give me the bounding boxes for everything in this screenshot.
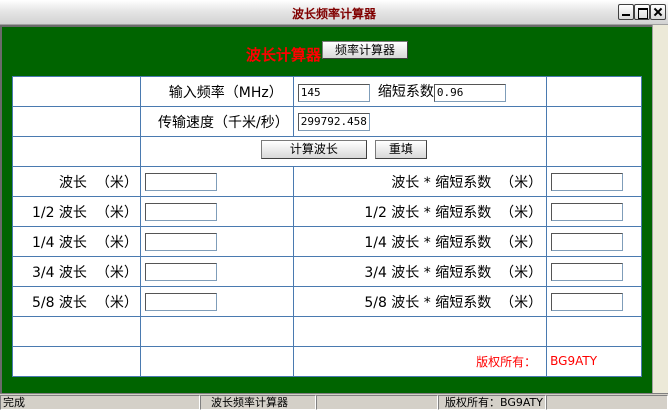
five-eighth-wavelength-label: 5/8 波长 （米）	[31, 294, 138, 311]
half-wavelength-output[interactable]	[144, 202, 217, 221]
result-row: 1/4 波长 （米） 1/4 波长 * 缩短系数 （米）	[12, 226, 642, 257]
copyright-label: 版权所有：	[476, 355, 537, 369]
shortened-five-eighth-wavelength-output[interactable]	[551, 292, 624, 311]
status-blank-2	[546, 395, 668, 410]
wavelength-output[interactable]	[144, 172, 217, 191]
three-quarter-wavelength-output[interactable]	[144, 262, 217, 281]
shorten-factor-label: 缩短系数	[377, 84, 434, 101]
calculate-wavelength-button[interactable]: 计算波长	[260, 140, 367, 159]
calculator-table: 输入频率（MHz） 145 缩短系数 0.96 传输速度（千米/秒） 299792…	[12, 76, 642, 377]
buttons-row: 计算波长 重填	[12, 136, 642, 167]
close-button[interactable]	[650, 4, 666, 20]
minimize-button[interactable]	[618, 4, 634, 20]
quarter-wavelength-output[interactable]	[144, 232, 217, 251]
status-text: 完成	[0, 395, 200, 410]
shortened-quarter-wavelength-label: 1/4 波长 * 缩短系数 （米）	[364, 234, 543, 251]
shortened-three-quarter-wavelength-output[interactable]	[551, 262, 624, 281]
shortened-wavelength-label: 波长 * 缩短系数 （米）	[391, 174, 543, 191]
shortened-quarter-wavelength-output[interactable]	[551, 232, 624, 251]
quarter-wavelength-label: 1/4 波长 （米）	[31, 234, 138, 251]
status-blank	[316, 395, 438, 410]
frequency-row: 输入频率（MHz） 145 缩短系数 0.96	[12, 76, 642, 107]
five-eighth-wavelength-output[interactable]	[144, 292, 217, 311]
copyright-row: 版权所有： BG9ATY	[12, 346, 642, 377]
shortened-half-wavelength-label: 1/2 波长 * 缩短系数 （米）	[364, 204, 543, 221]
shortened-three-quarter-wavelength-label: 3/4 波长 * 缩短系数 （米）	[364, 264, 543, 281]
shortened-half-wavelength-output[interactable]	[551, 202, 624, 221]
client-area: 波长计算器 频率计算器 输入频率（MHz） 145 缩短系数 0.96 传输速度（…	[0, 25, 652, 393]
result-row: 1/2 波长 （米） 1/2 波长 * 缩短系数 （米）	[12, 196, 642, 227]
result-row: 3/4 波长 （米） 3/4 波长 * 缩短系数 （米）	[12, 256, 642, 287]
status-page-title: 波长频率计算器	[200, 395, 316, 410]
frequency-input[interactable]: 145	[297, 83, 370, 102]
result-row: 5/8 波长 （米） 5/8 波长 * 缩短系数 （米）	[12, 286, 642, 317]
reset-button[interactable]: 重填	[374, 140, 427, 159]
title-bar[interactable]: 波长频率计算器	[0, 0, 668, 25]
scrollbar-strip	[652, 25, 668, 393]
frequency-calculator-button[interactable]: 频率计算器	[322, 41, 408, 59]
window-title: 波长频率计算器	[291, 7, 376, 21]
shorten-factor-input[interactable]: 0.96	[433, 83, 506, 102]
status-bar: 完成 波长频率计算器 版权所有：BG9ATY	[0, 393, 668, 410]
copyright-owner: BG9ATY	[550, 354, 598, 368]
status-copyright: 版权所有：BG9ATY	[438, 395, 546, 410]
speed-row: 传输速度（千米/秒） 299792.458	[12, 106, 642, 137]
empty-row	[12, 316, 642, 347]
half-wavelength-label: 1/2 波长 （米）	[31, 204, 138, 221]
speed-input[interactable]: 299792.458	[297, 112, 370, 131]
page-title: 波长计算器	[246, 46, 322, 64]
shortened-wavelength-output[interactable]	[551, 172, 624, 191]
result-row: 波长 （米） 波长 * 缩短系数 （米）	[12, 166, 642, 197]
wavelength-label: 波长 （米）	[58, 174, 138, 191]
shortened-five-eighth-wavelength-label: 5/8 波长 * 缩短系数 （米）	[364, 294, 543, 311]
three-quarter-wavelength-label: 3/4 波长 （米）	[31, 264, 138, 281]
frequency-label: 输入频率（MHz）	[168, 84, 283, 101]
maximize-button[interactable]	[634, 4, 650, 20]
speed-label: 传输速度（千米/秒）	[157, 114, 289, 131]
